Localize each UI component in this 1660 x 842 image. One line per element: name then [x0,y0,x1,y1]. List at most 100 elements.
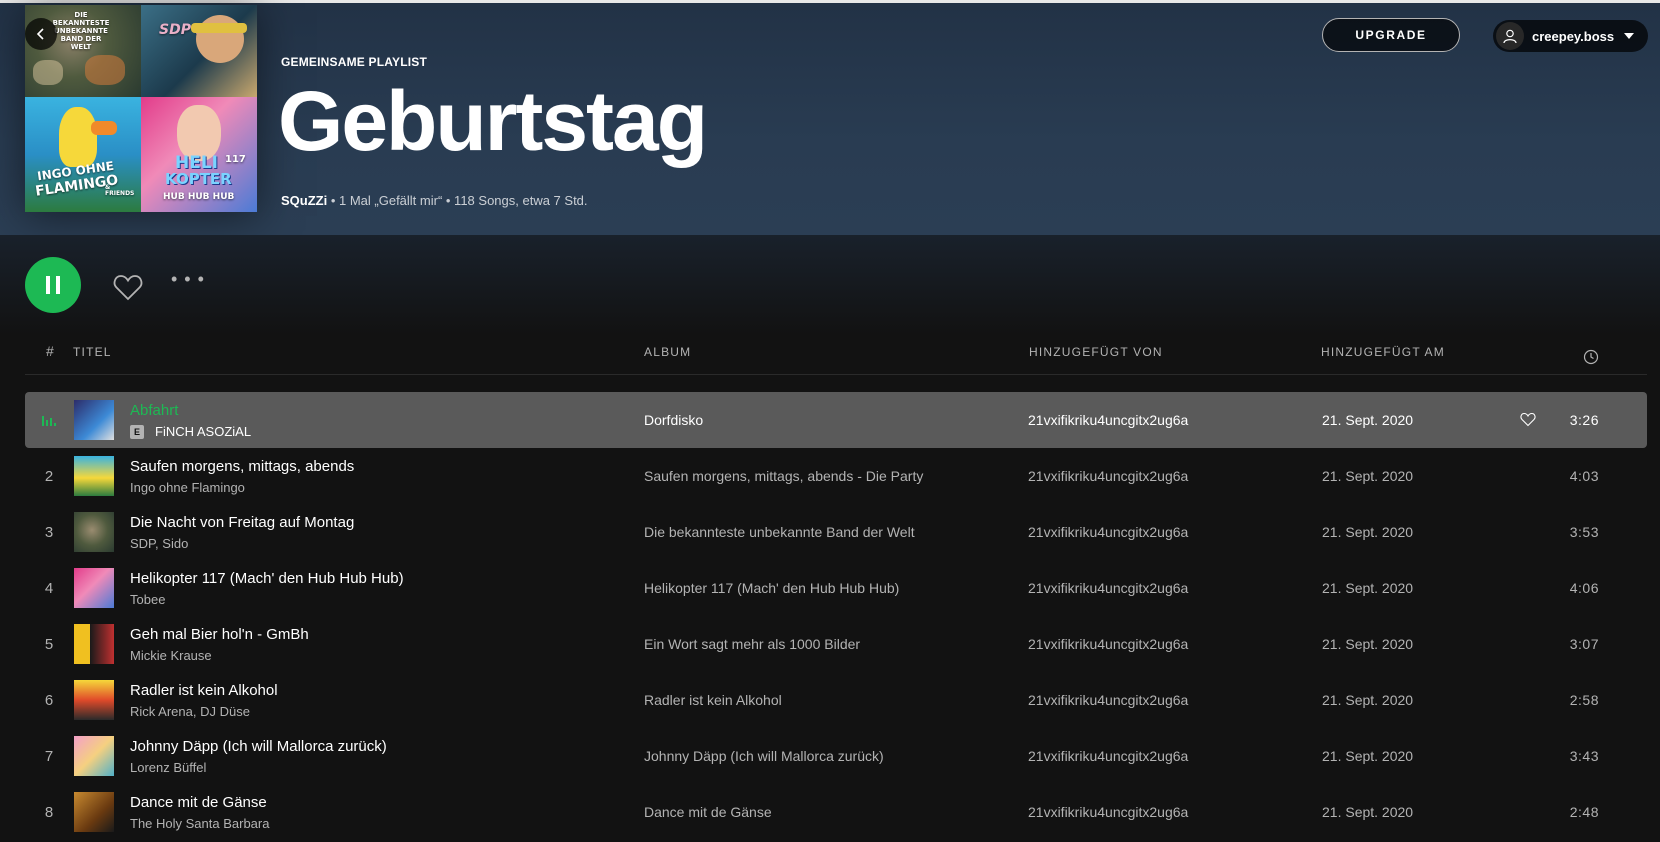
track-artist[interactable]: SDP, Sido [130,536,188,551]
track-duration: 2:48 [1569,804,1599,820]
track-number: 3 [44,523,54,541]
track-added-by[interactable]: 21vxifikriku4uncgitx2ug6a [1028,692,1188,708]
track-title[interactable]: Abfahrt [130,402,178,419]
track-artist[interactable]: Lorenz Büffel [130,760,206,775]
playlist-meta: SQuZZi • 1 Mal „Gefällt mir“ • 118 Songs… [281,193,588,208]
track-album[interactable]: Ein Wort sagt mehr als 1000 Bilder [644,636,860,652]
track-number: 4 [44,579,54,597]
track-number: 7 [44,747,54,765]
track-artist[interactable]: Rick Arena, DJ Düse [130,704,250,719]
username: creepey.boss [1532,28,1615,44]
track-artist: E FiNCH ASOZiAL [130,424,251,439]
track-added-date: 21. Sept. 2020 [1322,748,1414,764]
column-header-album[interactable]: ALBUM [644,345,691,375]
playlist-header: DIE BEKANNTESTE UNBEKANNTE BAND DER WELT… [0,3,1660,235]
upgrade-button[interactable]: UPGRADE [1322,18,1460,52]
table-row[interactable]: 5 Geh mal Bier hol'n - GmBh Mickie Kraus… [25,616,1647,672]
track-artist[interactable]: Tobee [130,592,165,607]
heart-icon[interactable] [1520,412,1536,427]
chevron-left-icon [36,28,44,40]
track-thumbnail [74,568,114,608]
track-album[interactable]: Johnny Däpp (Ich will Mallorca zurück) [644,748,884,764]
caret-down-icon [1624,33,1635,39]
track-added-by[interactable]: 21vxifikriku4uncgitx2ug6a [1028,804,1188,820]
track-album[interactable]: Saufen morgens, mittags, abends - Die Pa… [644,468,923,484]
track-thumbnail [74,624,114,664]
track-title[interactable]: Radler ist kein Alkohol [130,682,278,699]
track-artist-link[interactable]: FiNCH ASOZiAL [155,424,251,439]
track-added-date: 21. Sept. 2020 [1322,692,1414,708]
track-artist[interactable]: The Holy Santa Barbara [130,816,269,831]
track-added-by[interactable]: 21vxifikriku4uncgitx2ug6a [1028,748,1188,764]
clock-icon[interactable] [1583,349,1599,365]
track-added-date: 21. Sept. 2020 [1322,468,1414,484]
track-album[interactable]: Dorfdisko [644,412,703,428]
more-icon[interactable]: • • • [171,269,205,290]
column-header-num: # [46,343,55,359]
avatar [1496,22,1524,50]
track-added-date: 21. Sept. 2020 [1322,804,1414,820]
table-row[interactable]: 2 Saufen morgens, mittags, abends Ingo o… [25,448,1647,504]
playlist-owner-link[interactable]: SQuZZi [281,193,327,208]
track-added-date: 21. Sept. 2020 [1322,636,1414,652]
heart-icon[interactable] [113,273,143,301]
track-title[interactable]: Dance mit de Gänse [130,794,267,811]
table-row[interactable]: 8 Dance mit de Gänse The Holy Santa Barb… [25,784,1647,840]
track-thumbnail [74,736,114,776]
track-added-date: 21. Sept. 2020 [1322,524,1414,540]
track-duration: 3:53 [1569,524,1599,540]
playlist-title: Geburtstag [278,74,708,168]
track-title[interactable]: Johnny Däpp (Ich will Mallorca zurück) [130,738,387,755]
track-album[interactable]: Helikopter 117 (Mach' den Hub Hub Hub) [644,580,899,596]
track-number: 8 [44,803,54,821]
cover-tile-4-line-4: HUB HUB HUB [163,192,235,202]
track-duration: 4:03 [1569,468,1599,484]
track-added-by[interactable]: 21vxifikriku4uncgitx2ug6a [1028,524,1188,540]
track-thumbnail [74,456,114,496]
track-title[interactable]: Saufen morgens, mittags, abends [130,458,354,475]
track-added-by[interactable]: 21vxifikriku4uncgitx2ug6a [1028,468,1188,484]
track-title[interactable]: Helikopter 117 (Mach' den Hub Hub Hub) [130,570,404,587]
table-row[interactable]: Abfahrt E FiNCH ASOZiAL Dorfdisko 21vxif… [25,392,1647,448]
track-duration: 4:06 [1569,580,1599,596]
table-row[interactable]: 4 Helikopter 117 (Mach' den Hub Hub Hub)… [25,560,1647,616]
track-duration: 2:58 [1569,692,1599,708]
track-album[interactable]: Dance mit de Gänse [644,804,772,820]
playlist-type-label: GEMEINSAME PLAYLIST [281,55,428,69]
explicit-badge: E [130,424,144,439]
track-artist[interactable]: Mickie Krause [130,648,212,663]
track-thumbnail [74,400,114,440]
track-duration: 3:26 [1569,412,1599,428]
track-added-date: 21. Sept. 2020 [1322,580,1414,596]
track-added-date: 21. Sept. 2020 [1322,412,1414,428]
action-bar: • • • [0,235,1660,335]
track-added-by[interactable]: 21vxifikriku4uncgitx2ug6a [1028,412,1188,428]
table-row[interactable]: 6 Radler ist kein Alkohol Rick Arena, DJ… [25,672,1647,728]
column-header-title[interactable]: TITEL [73,345,112,375]
back-button[interactable] [25,18,57,50]
pause-button[interactable] [25,257,81,313]
cover-tile-3-line-3: & FRIENDS [105,184,135,197]
track-thumbnail [74,680,114,720]
track-album[interactable]: Die bekannteste unbekannte Band der Welt [644,524,915,540]
track-thumbnail [74,512,114,552]
track-duration: 3:43 [1569,748,1599,764]
cover-tile-2: SDP Dicka [141,5,257,97]
track-number: 5 [44,635,54,653]
track-added-by[interactable]: 21vxifikriku4uncgitx2ug6a [1028,580,1188,596]
track-artist[interactable]: Ingo ohne Flamingo [130,480,245,495]
playlist-meta-text: • 1 Mal „Gefällt mir“ • 118 Songs, etwa … [327,193,588,208]
track-added-by[interactable]: 21vxifikriku4uncgitx2ug6a [1028,636,1188,652]
table-row[interactable]: 7 Johnny Däpp (Ich will Mallorca zurück)… [25,728,1647,784]
track-title[interactable]: Die Nacht von Freitag auf Montag [130,514,354,531]
track-album[interactable]: Radler ist kein Alkohol [644,692,782,708]
track-duration: 3:07 [1569,636,1599,652]
column-header-added-at[interactable]: HINZUGEFÜGT AM [1321,345,1445,375]
table-header-divider [25,374,1647,375]
track-title[interactable]: Geh mal Bier hol'n - GmBh [130,626,309,643]
column-header-added-by[interactable]: HINZUGEFÜGT VON [1029,345,1163,375]
cover-tile-4: HELI 117 KOPTER HUB HUB HUB [141,97,257,212]
table-row[interactable]: 3 Die Nacht von Freitag auf Montag SDP, … [25,504,1647,560]
track-thumbnail [74,792,114,832]
user-menu-button[interactable]: creepey.boss [1493,20,1648,52]
